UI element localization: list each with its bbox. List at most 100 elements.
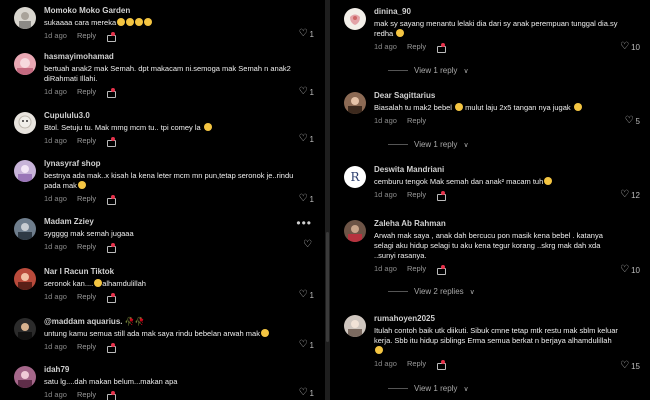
avatar[interactable] — [344, 92, 366, 114]
like-count: 10 — [631, 265, 640, 275]
comment-username[interactable]: Nar I Racun Tiktok — [44, 266, 294, 277]
comments-column-left[interactable]: Momoko Moko Garden sukaaaa cara mereka 1… — [0, 0, 324, 400]
emoji-icon — [544, 177, 553, 185]
comment-username[interactable]: Cupululu3.0 — [44, 110, 294, 121]
comment-username[interactable]: Zaleha Ab Rahman — [374, 218, 620, 229]
comment-date: 1d ago — [44, 342, 67, 351]
avatar[interactable] — [14, 218, 36, 240]
avatar[interactable] — [14, 7, 36, 29]
heart-icon: ♡ — [620, 41, 630, 52]
like-button[interactable]: ♡ 1 — [299, 194, 314, 204]
avatar[interactable]: R — [344, 166, 366, 188]
comment-username[interactable]: Deswita Mandriani — [374, 164, 620, 175]
reply-button[interactable]: Reply — [77, 292, 96, 302]
comment-text: Itulah contoh baik utk diikuti. Sibuk cm… — [374, 326, 620, 356]
reply-button[interactable]: Reply — [77, 342, 96, 352]
like-count: 1 — [309, 290, 314, 300]
reply-button[interactable]: Reply — [407, 264, 426, 274]
like-count: 1 — [309, 194, 314, 204]
like-count: 5 — [635, 116, 640, 126]
like-button[interactable]: ♡ 1 — [299, 134, 314, 144]
reply-button[interactable]: Reply — [77, 390, 96, 400]
comments-column-right[interactable]: dinina_90 mak sy sayang menantu lelaki d… — [330, 0, 650, 400]
rose-icon: 🥀🥀 — [124, 317, 145, 326]
avatar[interactable] — [14, 318, 36, 340]
view-replies-button[interactable]: View 1 reply ∨ — [388, 384, 469, 393]
reply-button[interactable]: Reply — [77, 87, 96, 97]
like-button[interactable]: ♡ 1 — [299, 388, 314, 398]
view-replies-button[interactable]: View 1 reply ∨ — [388, 140, 469, 149]
gift-icon[interactable] — [106, 88, 117, 98]
gift-icon[interactable] — [436, 191, 447, 201]
comment-username[interactable]: @maddam aquarius. 🥀🥀 — [44, 316, 294, 327]
comment-text: seronok kan.... alhamdulillah — [44, 279, 146, 288]
reply-button[interactable]: Reply — [407, 359, 426, 369]
scrollbar-thumb[interactable] — [326, 232, 329, 342]
comment-date: 1d ago — [44, 292, 67, 301]
like-button[interactable]: ♡ 10 — [620, 42, 640, 52]
like-button[interactable]: ♡ 1 — [299, 29, 314, 39]
comment-username[interactable]: dinina_90 — [374, 6, 620, 17]
avatar[interactable] — [14, 366, 36, 388]
svg-text:R: R — [350, 170, 360, 184]
avatar[interactable] — [14, 268, 36, 290]
heart-icon: ♡ — [624, 115, 634, 126]
gift-icon[interactable] — [106, 243, 117, 253]
comment-date: 1d ago — [374, 116, 397, 125]
comment-username[interactable]: Momoko Moko Garden — [44, 5, 294, 16]
gift-icon[interactable] — [106, 137, 117, 147]
avatar[interactable] — [14, 160, 36, 182]
like-count: 1 — [309, 340, 314, 350]
reply-button[interactable]: Reply — [407, 190, 426, 200]
comment-username[interactable]: lynasyraf shop — [44, 158, 294, 169]
like-button[interactable]: ♡ 10 — [620, 265, 640, 275]
avatar[interactable] — [14, 112, 36, 134]
gift-icon[interactable] — [106, 32, 117, 42]
gift-icon[interactable] — [106, 195, 117, 205]
comment-text: sukaaaa cara mereka — [44, 18, 294, 28]
like-count: 1 — [309, 388, 314, 398]
view-replies-button[interactable]: View 2 replies ∨ — [388, 287, 475, 296]
comment-username[interactable]: rumahoyen2025 — [374, 313, 620, 324]
avatar[interactable] — [344, 315, 366, 337]
like-button[interactable]: ♡ 1 — [299, 290, 314, 300]
like-button[interactable]: ♡ 1 — [299, 87, 314, 97]
gift-icon[interactable] — [436, 43, 447, 53]
heart-icon: ♡ — [298, 28, 308, 39]
gift-icon[interactable] — [106, 293, 117, 303]
reply-button[interactable]: Reply — [77, 136, 96, 146]
gift-icon[interactable] — [436, 265, 447, 275]
like-count: 1 — [309, 87, 314, 97]
reply-button[interactable]: Reply — [407, 42, 426, 52]
like-button[interactable]: ♡ 15 — [620, 361, 640, 371]
emoji-icon — [260, 329, 269, 337]
like-button[interactable]: ♡ 1 — [299, 340, 314, 350]
comment-username[interactable]: Dear Sagittarius — [374, 90, 620, 101]
reply-button[interactable]: Reply — [77, 194, 96, 204]
comment-username[interactable]: Madam Zziey — [44, 216, 294, 227]
gift-icon[interactable] — [106, 343, 117, 353]
gift-icon[interactable] — [436, 360, 447, 370]
avatar[interactable] — [14, 53, 36, 75]
heart-icon: ♡ — [298, 289, 308, 300]
comment-date: 1d ago — [44, 136, 67, 145]
like-button[interactable]: ♡ — [303, 240, 314, 250]
reply-button[interactable]: Reply — [77, 242, 96, 252]
avatar[interactable] — [344, 8, 366, 30]
comment-date: 1d ago — [374, 42, 397, 51]
heart-icon: ♡ — [298, 193, 308, 204]
gift-icon[interactable] — [106, 391, 117, 400]
comment-date: 1d ago — [44, 31, 67, 40]
comment-username[interactable]: hasmayimohamad — [44, 51, 294, 62]
comment-text: sygggg mak semah jugaaa — [44, 229, 134, 238]
reply-button[interactable]: Reply — [77, 31, 96, 41]
like-button[interactable]: ♡ 12 — [620, 190, 640, 200]
comment-username[interactable]: idah79 — [44, 364, 294, 375]
more-options-icon[interactable]: ••• — [296, 216, 312, 230]
chevron-down-icon: ∨ — [463, 141, 469, 149]
avatar[interactable] — [344, 220, 366, 242]
reply-button[interactable]: Reply — [407, 116, 426, 126]
view-replies-button[interactable]: View 1 reply ∨ — [388, 66, 469, 75]
like-button[interactable]: ♡ 5 — [625, 116, 640, 126]
heart-icon: ♡ — [620, 264, 630, 275]
